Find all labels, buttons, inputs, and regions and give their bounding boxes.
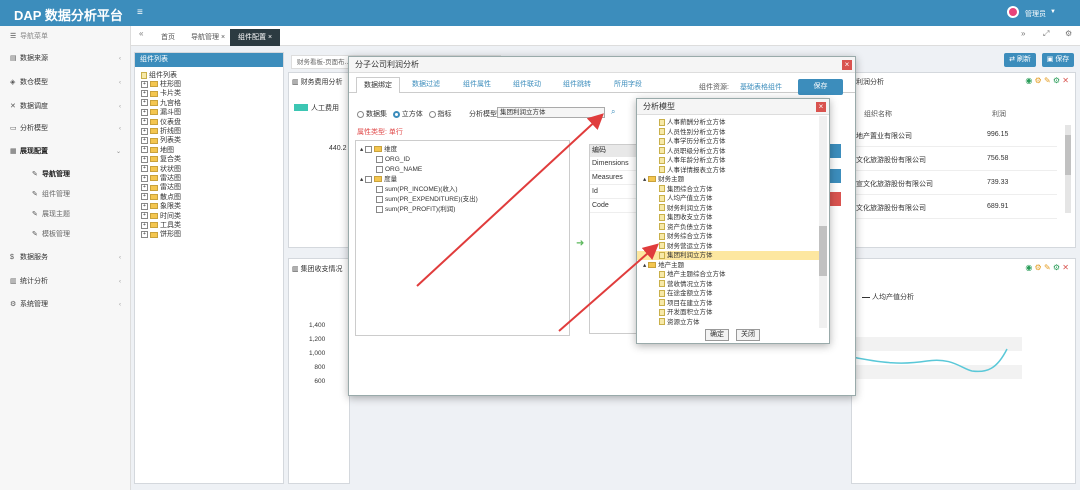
tab-component-config[interactable]: 组件配置 × [230, 29, 281, 46]
sidebar-item-component[interactable]: ✎ 组件管理 [0, 184, 131, 206]
model-icon: ▭ [10, 125, 17, 132]
sidebar-nav-label: ☰ 导航菜单 [0, 26, 131, 48]
menu-toggle-icon[interactable]: ≡ [137, 7, 143, 18]
sidebar-item-warehouse[interactable]: ◈ 数仓模型 ‹ [0, 72, 131, 94]
chevron-icon: ‹ [119, 279, 121, 285]
template-icon: ✎ [32, 231, 38, 238]
tab-next-icon[interactable]: » [1021, 29, 1025, 38]
sidebar-item-nav[interactable]: ✎ 导航管理 [0, 164, 131, 186]
caret-down-icon[interactable]: ▼ [1050, 9, 1056, 15]
tab-bar: « 首页 导航管理 × 组件配置 × » ⤢ ⚙ [131, 26, 1080, 46]
tab-prev-icon[interactable]: « [139, 29, 143, 38]
arrow-to-search [416, 113, 604, 287]
top-bar: DAP 数据分析平台 ≡ 管理员 ▼ [0, 0, 1080, 26]
gear-icon: ⚙ [10, 301, 17, 308]
sidebar-item-display[interactable]: ▦ 展现配置 ⌄ [0, 141, 131, 163]
chevron-icon: ‹ [119, 255, 121, 261]
chevron-icon: ‹ [119, 126, 121, 132]
chevron-icon: ‹ [119, 104, 121, 110]
db-icon: ▤ [10, 55, 17, 62]
content-area: 组件列表 组件列表 + 柱形图 + 卡片类 + 九宫格 + 漏斗图 + 仪表盘 + 折线图 + 列表类 + 地… [131, 46, 1080, 490]
sidebar-item-theme[interactable]: ✎ 展现主题 [0, 204, 131, 226]
sidebar-item-system[interactable]: ⚙ 系统管理 ‹ [0, 294, 131, 316]
sidebar: ☰ 导航菜单 ▤ 数据来源 ‹ ◈ 数仓模型 ‹ ✕ 数据调度 ‹ ▭ 分析模型 ‹ ▦ 展现配置 ⌄… [0, 26, 131, 490]
sidebar-item-service[interactable]: $ 数据服务 ‹ [0, 247, 131, 269]
chevron-icon: ‹ [119, 80, 121, 86]
sidebar-item-datasource[interactable]: ▤ 数据来源 ‹ [0, 48, 131, 70]
sidebar-item-schedule[interactable]: ✕ 数据调度 ‹ [0, 96, 131, 118]
chart-icon: ▥ [10, 278, 17, 285]
tasks-icon: ✕ [10, 103, 16, 110]
tab-home[interactable]: 首页 [153, 29, 183, 46]
menu-icon: ☰ [10, 33, 17, 40]
brand-title: DAP 数据分析平台 [14, 8, 123, 23]
theme-icon: ✎ [32, 211, 38, 218]
sidebar-item-stats[interactable]: ▥ 统计分析 ‹ [0, 271, 131, 293]
arrow-to-model [558, 243, 660, 332]
chevron-icon: ‹ [119, 302, 121, 308]
chevron-icon: ‹ [119, 56, 121, 62]
fullscreen-icon[interactable]: ⤢ [1043, 29, 1049, 39]
annotation-arrows [416, 113, 660, 332]
sidebar-item-template[interactable]: ✎ 模板管理 [0, 224, 131, 246]
user-name[interactable]: 管理员 [1025, 9, 1046, 19]
nav-icon: ✎ [32, 171, 38, 178]
display-icon: ▦ [10, 148, 17, 155]
chevron-icon: ⌄ [115, 149, 121, 155]
cube-icon: ◈ [10, 79, 16, 86]
user-avatar-icon[interactable] [1007, 6, 1019, 18]
tab-settings-icon[interactable]: ⚙ [1065, 29, 1072, 38]
component-icon: ✎ [32, 191, 38, 198]
service-icon: $ [10, 254, 14, 261]
tab-nav-manage[interactable]: 导航管理 × [183, 29, 233, 46]
sidebar-item-model[interactable]: ▭ 分析模型 ‹ [0, 118, 131, 140]
